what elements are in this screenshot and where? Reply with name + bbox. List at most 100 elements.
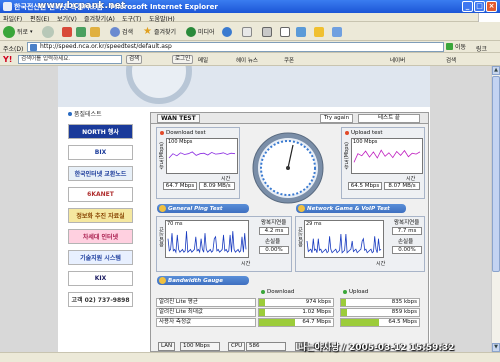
vertical-scrollbar[interactable]: ▲ ▼ [491, 66, 500, 352]
bandwidth-gauge-bar: Bandwidth Gauge [157, 276, 249, 285]
upload-title: Upload test [345, 130, 383, 136]
messenger-button[interactable] [314, 24, 324, 39]
search-icon [110, 26, 120, 37]
nav-banner[interactable]: 차세대 인터넷 [68, 229, 133, 244]
discuss-button[interactable] [296, 24, 306, 39]
yahoo-login-button[interactable]: 로그인 [172, 55, 194, 64]
bw-upload-fill [341, 319, 379, 326]
game-panel: 응답시간 29 ms 왕복지연율 7.7 ms 손실율 0.00% 시간 [295, 216, 425, 272]
end-test-button[interactable]: 테스트 끝 [358, 114, 420, 123]
yahoo-logo[interactable]: Y! [3, 55, 12, 64]
bw-download-fill [259, 319, 295, 326]
bandwidth-icon [159, 277, 166, 284]
back-button[interactable]: 뒤로 ▾ [3, 24, 33, 39]
address-url: http://speed.nca.or.kr/speedtest/default… [40, 43, 172, 50]
back-arrow-icon [3, 25, 15, 38]
bw-upload-value: 859 kbps [391, 309, 417, 315]
media-button[interactable]: 미디어 [186, 24, 215, 39]
go-button[interactable]: 이동 [446, 42, 466, 51]
nav-banner[interactable]: 정보화 추진 자료실 [68, 208, 133, 223]
ping-panel: 응답시간 70 ms 왕복지연율 4.2 ms 손실율 0.00% 시간 [156, 216, 292, 272]
research-button[interactable] [332, 24, 342, 39]
research-icon [332, 26, 342, 37]
scroll-up-icon[interactable]: ▲ [492, 66, 500, 75]
close-button[interactable]: × [486, 1, 497, 12]
nav-title: 품질테스트 [68, 109, 102, 118]
download-bullet-icon [160, 131, 164, 135]
upload-bullet-icon [345, 131, 349, 135]
bw-upload-bar: 859 kbps [340, 308, 420, 317]
scroll-thumb[interactable] [492, 76, 500, 272]
ie-icon [3, 2, 12, 11]
bw-upload-bar: 64.5 Mbps [340, 318, 420, 327]
yahoo-search-button[interactable]: 검색 [126, 55, 143, 64]
yahoo-news-link[interactable]: 헤이 뉴스 [236, 56, 258, 64]
print-icon [262, 26, 272, 37]
bw-download-header: Download [261, 289, 294, 295]
maximize-button[interactable]: □ [474, 1, 485, 12]
mail-icon [242, 26, 252, 37]
cpu-value: 586 [246, 342, 286, 351]
address-label: 주소(D) [3, 46, 24, 53]
ping-delay-value: 4.2 ms [259, 227, 289, 235]
bw-row-label: 알려진 Lite 최대값 [156, 308, 256, 317]
media-icon [186, 26, 196, 37]
watermark-text: www.bcpank.net [38, 1, 126, 11]
ping-loss-value: 0.00% [259, 246, 289, 254]
page-header [58, 66, 430, 107]
yahoo-right-search[interactable]: 검색 [446, 56, 456, 64]
history-icon [222, 26, 232, 37]
lan-label: LAN [158, 342, 176, 351]
bw-upload-value: 64.5 Mbps [388, 319, 417, 325]
nav-banner[interactable]: NORTH 행사 [68, 124, 133, 139]
mail-button[interactable] [242, 24, 252, 39]
bw-download-value: 1.02 Mbps [302, 309, 331, 315]
nav-banner[interactable]: BIX [68, 145, 133, 160]
cpu-label: CPU [228, 342, 246, 351]
try-again-button[interactable]: Try again [320, 114, 354, 123]
wan-test-panel: WAN TEST Try again 테스트 끝 Download test 속… [150, 112, 429, 352]
minimize-button[interactable]: _ [462, 1, 473, 12]
game-icon [298, 205, 305, 212]
edit-button[interactable] [280, 24, 290, 39]
address-bar: 주소(D) http://speed.nca.or.kr/speedtest/d… [0, 41, 500, 53]
scroll-down-icon[interactable]: ▼ [492, 343, 500, 352]
menu-bar: 파일(F) 편집(E) 보기(V) 즐겨찾기(A) 도구(T) 도움말(H) [0, 13, 500, 23]
upload-mbs: 8.07 MB/s [384, 182, 420, 190]
upload-dot-icon [343, 290, 347, 294]
bw-row-label: 사용자 측정값 [156, 318, 256, 327]
links-button[interactable]: 링크 [476, 44, 487, 53]
bw-download-bar: 64.7 Mbps [258, 318, 334, 327]
bw-download-bar: 1.02 Mbps [258, 308, 334, 317]
stop-button[interactable] [62, 24, 72, 39]
yahoo-coupon-link[interactable]: 쿠폰 [284, 56, 294, 64]
page-icon [30, 44, 37, 51]
yahoo-mail-link[interactable]: 메일 [198, 56, 208, 64]
nav-banner[interactable]: KIX [68, 271, 133, 286]
home-button[interactable] [90, 24, 100, 39]
nav-banner[interactable]: 6KANET [68, 187, 133, 202]
refresh-button[interactable] [76, 24, 86, 39]
status-bar [0, 352, 500, 362]
tab-wan-test[interactable]: WAN TEST [157, 114, 200, 123]
forward-button[interactable] [42, 24, 54, 39]
bw-upload-bar: 835 kbps [340, 298, 420, 307]
game-loss-value: 0.00% [392, 246, 422, 254]
history-button[interactable] [222, 24, 232, 39]
yahoo-search-input[interactable]: 검색어를 입력하세요. [18, 55, 122, 64]
address-input[interactable]: http://speed.nca.or.kr/speedtest/default… [27, 42, 444, 52]
naver-link[interactable]: 네이버 [390, 56, 405, 64]
print-button[interactable] [262, 24, 272, 39]
download-graph: 100 Mbps [166, 138, 238, 174]
nav-banner[interactable]: 기술지원 시스템 [68, 250, 133, 265]
game-time-label: 시간 [376, 261, 386, 267]
bw-upload-fill [341, 299, 347, 306]
download-title: Download test [160, 130, 206, 136]
nav-banner[interactable]: 고객 02) 737-9898 [68, 292, 133, 307]
nav-banner[interactable]: 한국인터넷 교환노드 [68, 166, 133, 181]
refresh-icon [76, 26, 86, 37]
window-titlebar: 한국전산원 인터넷 측정시스템 - Microsoft Internet Exp… [0, 0, 500, 13]
download-mbs: 8.09 MB/s [199, 182, 235, 190]
search-button[interactable]: 검색 [110, 24, 133, 39]
favorites-button[interactable]: ★ 즐겨찾기 [143, 24, 176, 39]
